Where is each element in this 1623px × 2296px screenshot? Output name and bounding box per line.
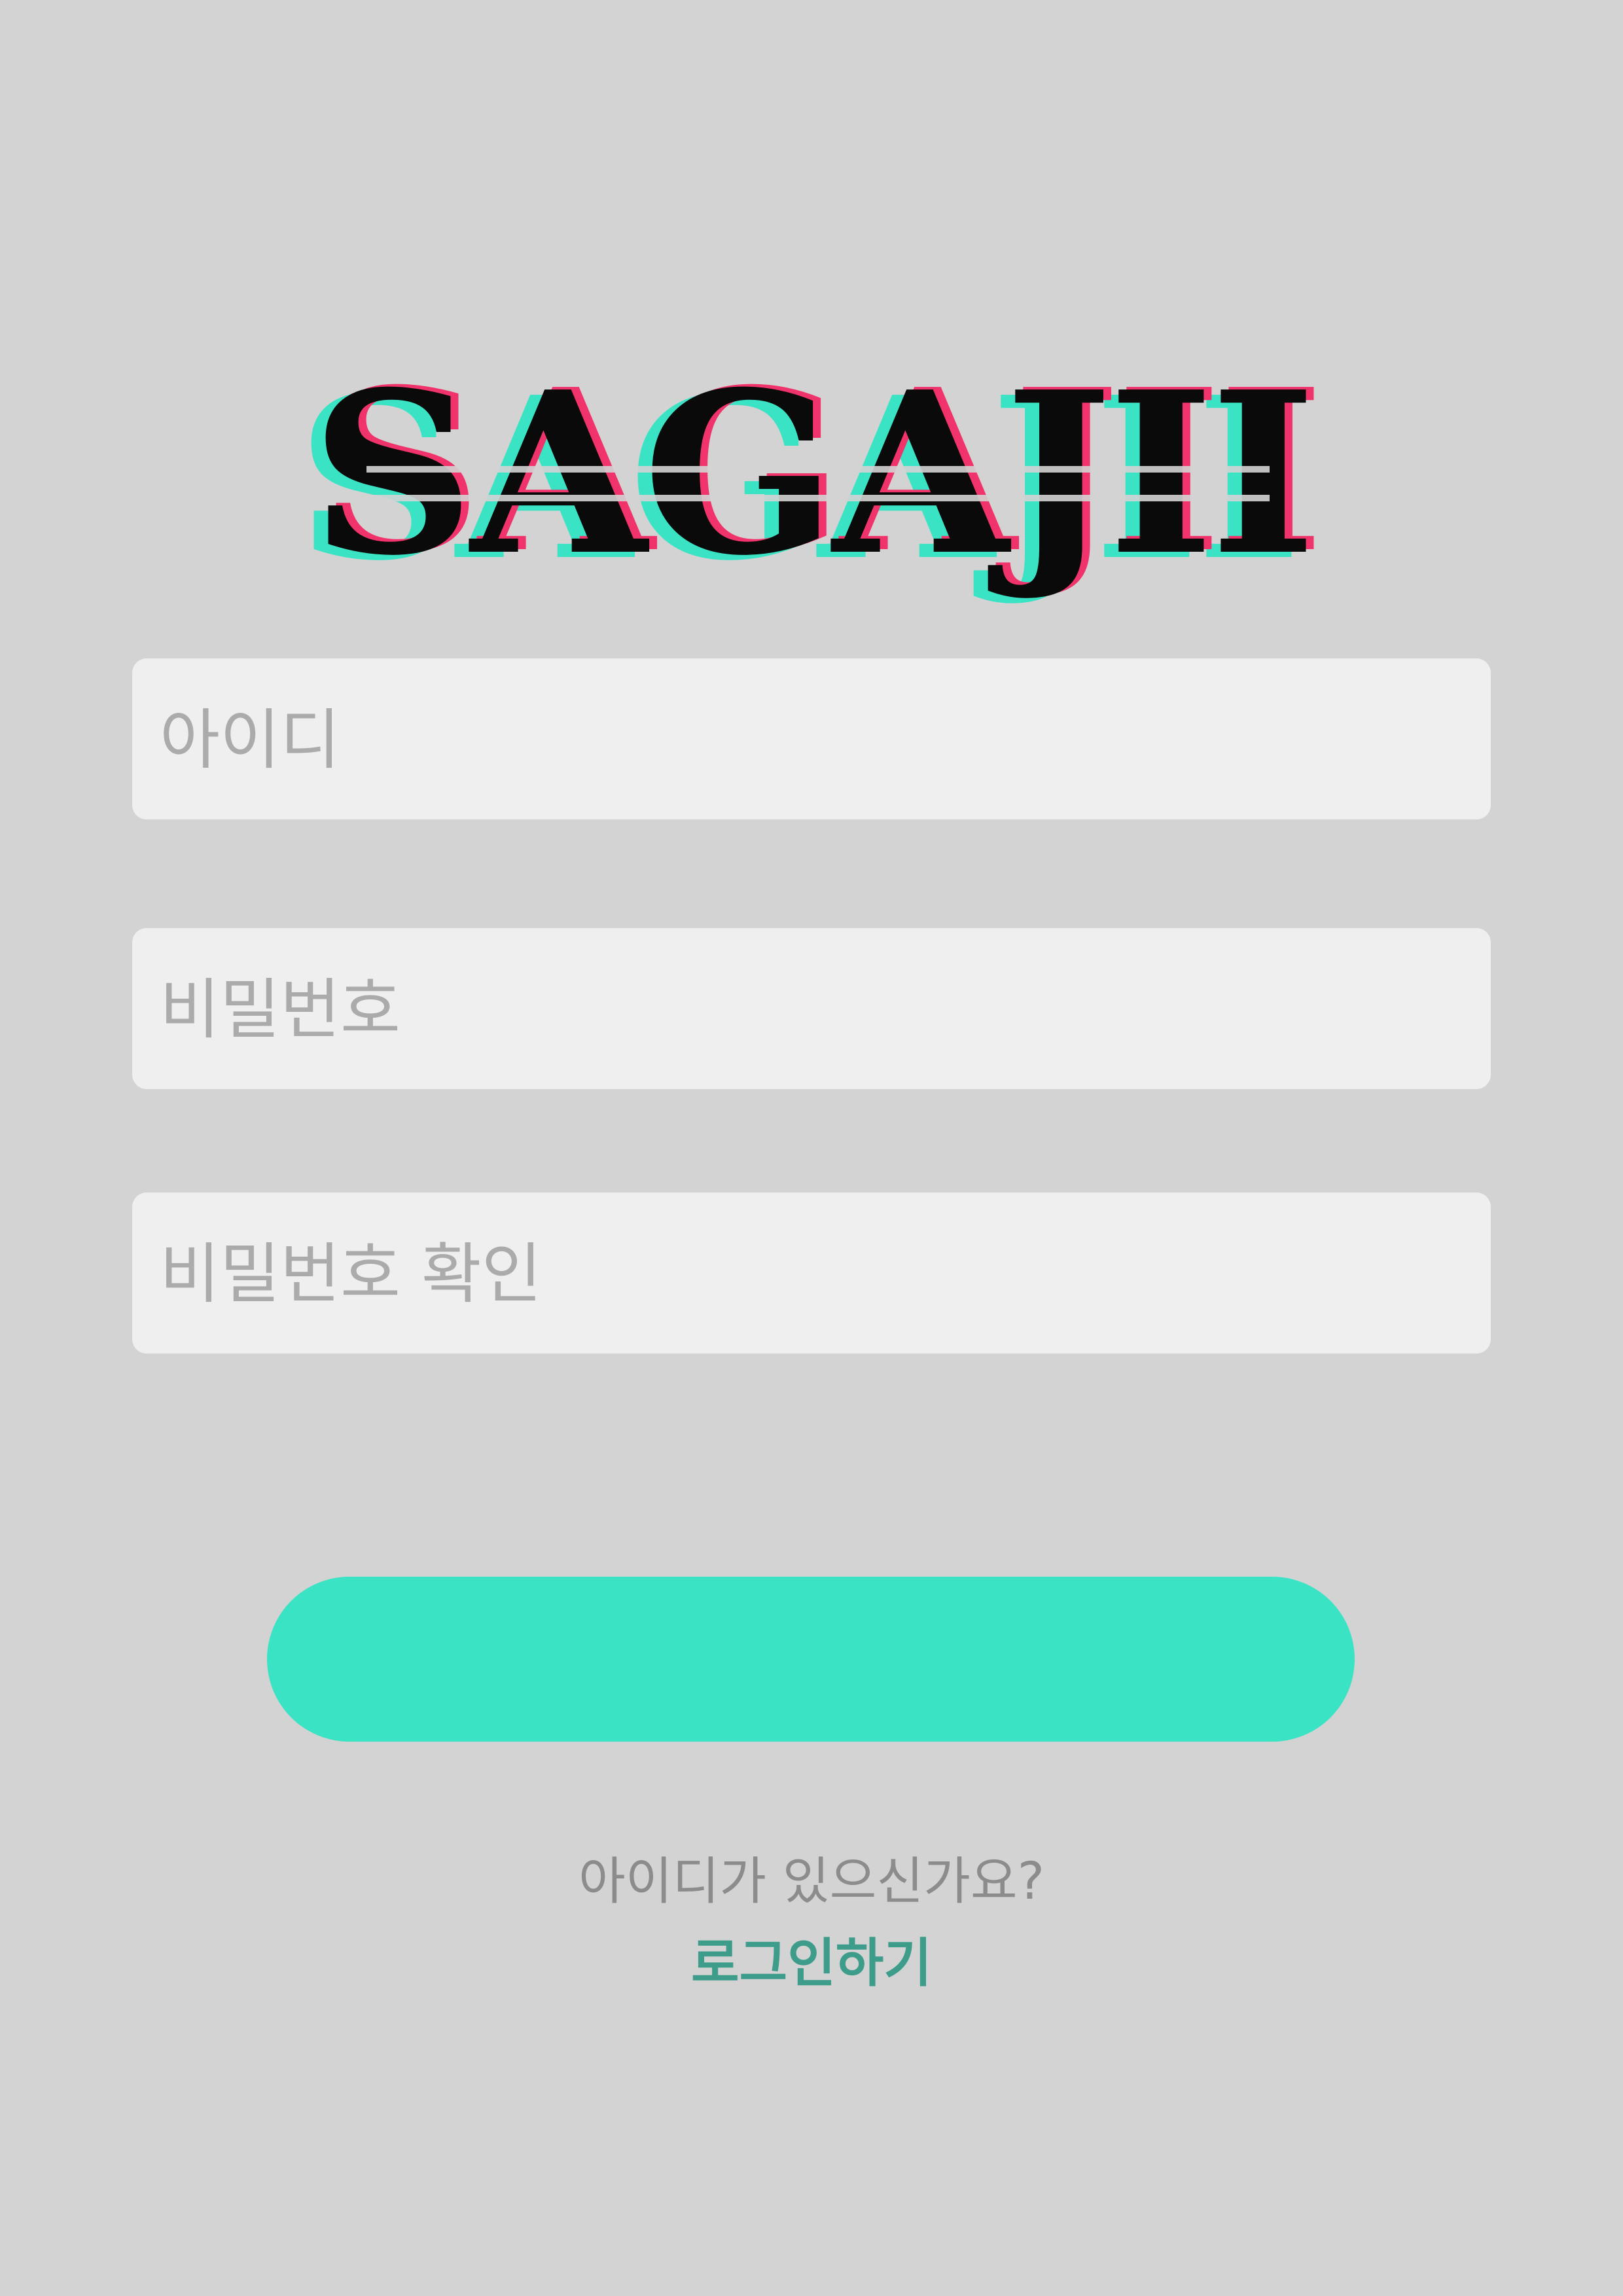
- password-confirm-field: [132, 1193, 1493, 1355]
- signup-button[interactable]: [267, 1577, 1355, 1742]
- have-account-question: 아이디가 있으신가요?: [578, 1852, 1045, 1911]
- app-logo: SAGAJII SAGAJII SAGAJII: [0, 344, 1623, 605]
- logo-text: SAGAJII: [310, 344, 1317, 605]
- logo-glitch-stripe: [366, 466, 1270, 473]
- password-input[interactable]: [158, 928, 1493, 1090]
- id-input[interactable]: [158, 658, 1493, 821]
- login-link[interactable]: 로그인하기: [0, 1931, 1623, 1996]
- password-field: [132, 928, 1493, 1090]
- id-field: [132, 658, 1493, 821]
- password-confirm-input[interactable]: [158, 1193, 1493, 1355]
- logo-glitch-stripe: [366, 495, 1270, 501]
